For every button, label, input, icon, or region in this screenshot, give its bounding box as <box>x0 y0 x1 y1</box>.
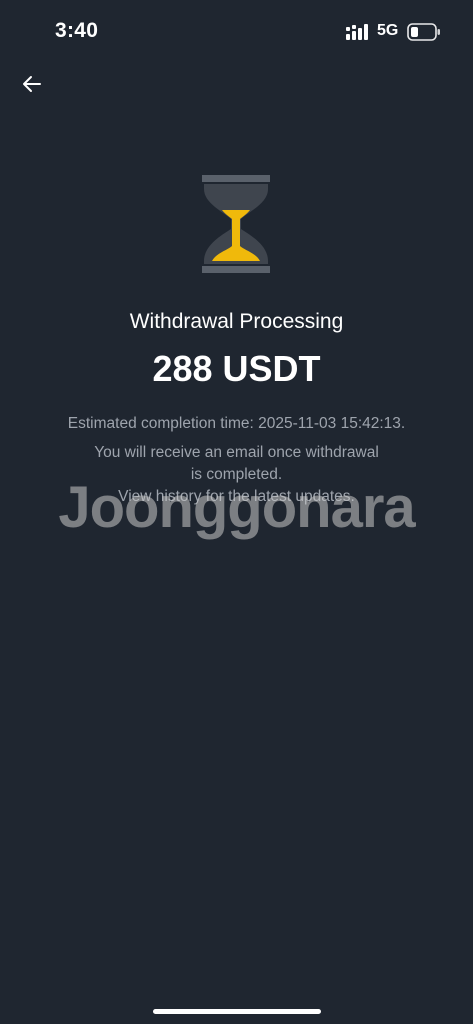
watermark-text: Joonggonara <box>58 475 415 540</box>
cellular-signal-icon <box>346 24 368 40</box>
network-type: 5G <box>377 22 399 39</box>
battery-icon <box>407 23 440 41</box>
info-line: is completed. <box>190 466 283 483</box>
status-time: 3:40 <box>55 19 99 42</box>
estimated-completion-time: Estimated completion time: 2025-11-03 15… <box>67 415 406 432</box>
status-bar: 3:40 5G <box>0 0 473 62</box>
page-title: Withdrawal Processing <box>129 310 344 333</box>
withdrawal-amount: 288 USDT <box>152 348 321 389</box>
info-line: You will receive an email once withdrawa… <box>94 444 379 461</box>
history-line: View history for the latest updates. <box>118 488 355 505</box>
arrow-left-icon <box>23 76 41 92</box>
hourglass-icon <box>202 175 270 273</box>
back-button[interactable] <box>18 70 46 98</box>
home-indicator[interactable] <box>153 1009 321 1014</box>
